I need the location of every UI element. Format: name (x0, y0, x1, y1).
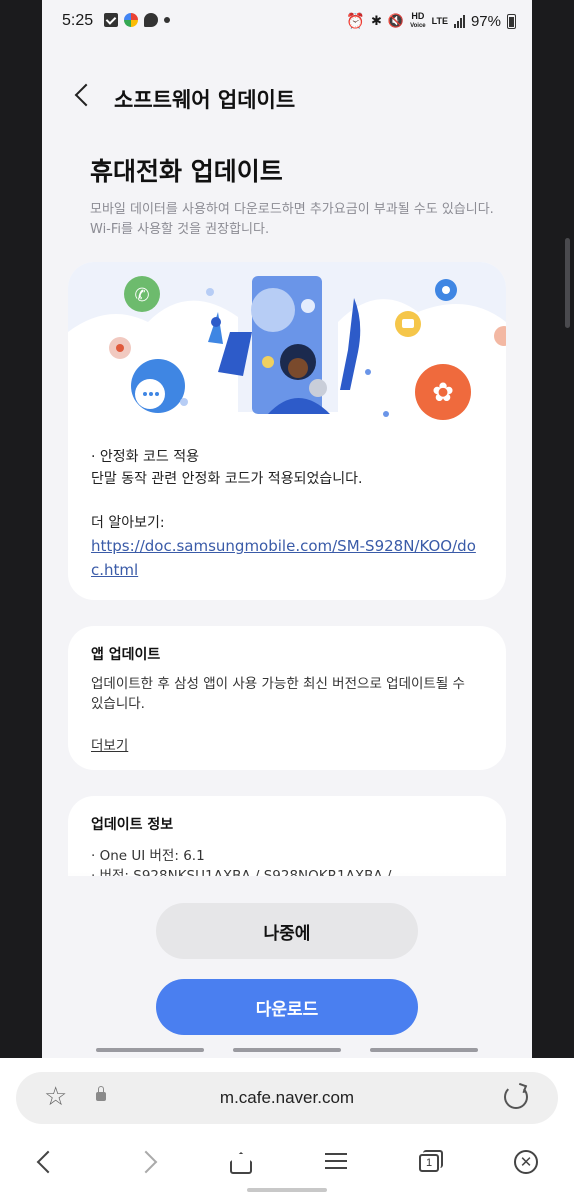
update-info-title: 업데이트 정보 (91, 817, 174, 833)
status-bar: 5:25 ⏰ ✱ 🔇 HD Voice LTE 97% (42, 0, 532, 44)
back-button[interactable] (68, 80, 98, 114)
signal-icon (453, 14, 465, 28)
bluetooth-icon: ✱ (370, 13, 382, 28)
browser-back-button[interactable] (28, 1148, 64, 1178)
gesture-hint-left (96, 1048, 204, 1052)
lte-icon: LTE (431, 16, 448, 26)
chat-notification-icon (144, 13, 158, 27)
update-info-card: 업데이트 정보 · One UI 버전: 6.1 · 버전: S928NKSU1… (68, 796, 506, 876)
more-link[interactable]: 더보기 (91, 734, 128, 754)
update-illustration: ✆ ✿ (68, 262, 506, 430)
alarm-icon: ⏰ (346, 13, 365, 30)
later-button[interactable]: 나중에 (156, 903, 418, 959)
svg-text:✿: ✿ (432, 378, 454, 408)
app-update-body: 업데이트한 후 삼성 앱이 사용 가능한 최신 버전으로 업데이트될 수 있습니… (91, 676, 465, 712)
release-item-title: · 안정화 코드 적용 (91, 449, 199, 465)
svg-text:✆: ✆ (134, 285, 149, 306)
gesture-hint-right (370, 1048, 478, 1052)
home-icon[interactable] (222, 1148, 258, 1178)
hd-voice-icon: HD Voice (410, 11, 426, 30)
url-text[interactable]: m.cafe.naver.com (16, 1088, 558, 1108)
google-notification-icon (124, 13, 138, 27)
one-ui-version: · One UI 버전: 6.1 (91, 848, 205, 864)
browser-forward-button[interactable] (132, 1148, 168, 1178)
battery-percent: 97% (470, 12, 501, 30)
more-notifications-icon (164, 17, 170, 23)
download-button[interactable]: 다운로드 (156, 979, 418, 1035)
release-notes-link[interactable]: https://doc.samsungmobile.com/SM-S928N/K… (91, 534, 481, 582)
release-notes-body: · 안정화 코드 적용 단말 동작 관련 안정화 코드가 적용되었습니다. 더 … (91, 446, 491, 582)
right-frame (532, 0, 574, 1058)
edge-panel-handle[interactable] (565, 238, 570, 328)
checkbox-notification-icon (104, 13, 118, 27)
browser-bottom-nav: 1 ✕ (0, 1136, 574, 1188)
home-gesture-pill[interactable] (247, 1188, 327, 1192)
mute-icon: 🔇 (387, 13, 405, 28)
header-title: 소프트웨어 업데이트 (114, 88, 296, 112)
notification-icons (104, 13, 170, 27)
scroll-fade (42, 872, 532, 902)
menu-icon[interactable] (318, 1148, 354, 1178)
page-title: 휴대전화 업데이트 (90, 157, 283, 186)
reload-icon[interactable] (504, 1085, 528, 1109)
system-icons: ⏰ ✱ 🔇 HD Voice LTE 97% (346, 12, 516, 30)
address-bar: ☆ m.cafe.naver.com (16, 1072, 558, 1124)
gesture-hint-center (233, 1048, 341, 1052)
app-update-title: 앱 업데이트 (91, 647, 161, 663)
tab-count: 1 (419, 1154, 439, 1172)
app-update-card: 앱 업데이트 업데이트한 후 삼성 앱이 사용 가능한 최신 버전으로 업데이트… (68, 626, 506, 770)
app-screen: 5:25 ⏰ ✱ 🔇 HD Voice LTE 97% 소프트웨어 업데이트 휴대… (42, 0, 532, 1058)
battery-icon (507, 13, 516, 29)
left-frame (0, 0, 42, 1058)
learn-more-label: 더 알아보기: (91, 515, 165, 531)
status-time: 5:25 (62, 12, 94, 29)
release-item-body: 단말 동작 관련 안정화 코드가 적용되었습니다. (91, 471, 363, 487)
release-notes-card: ✆ ✿ · 안정화 코드 적용 단말 동작 관련 안정화 코드가 적용되었습니다… (68, 262, 506, 600)
tabs-icon[interactable]: 1 (412, 1148, 448, 1178)
app-header: 소프트웨어 업데이트 (42, 70, 532, 126)
data-usage-notice: 모바일 데이터를 사용하여 다운로드하면 추가요금이 부과될 수도 있습니다. … (90, 202, 494, 237)
close-icon[interactable]: ✕ (508, 1148, 544, 1178)
